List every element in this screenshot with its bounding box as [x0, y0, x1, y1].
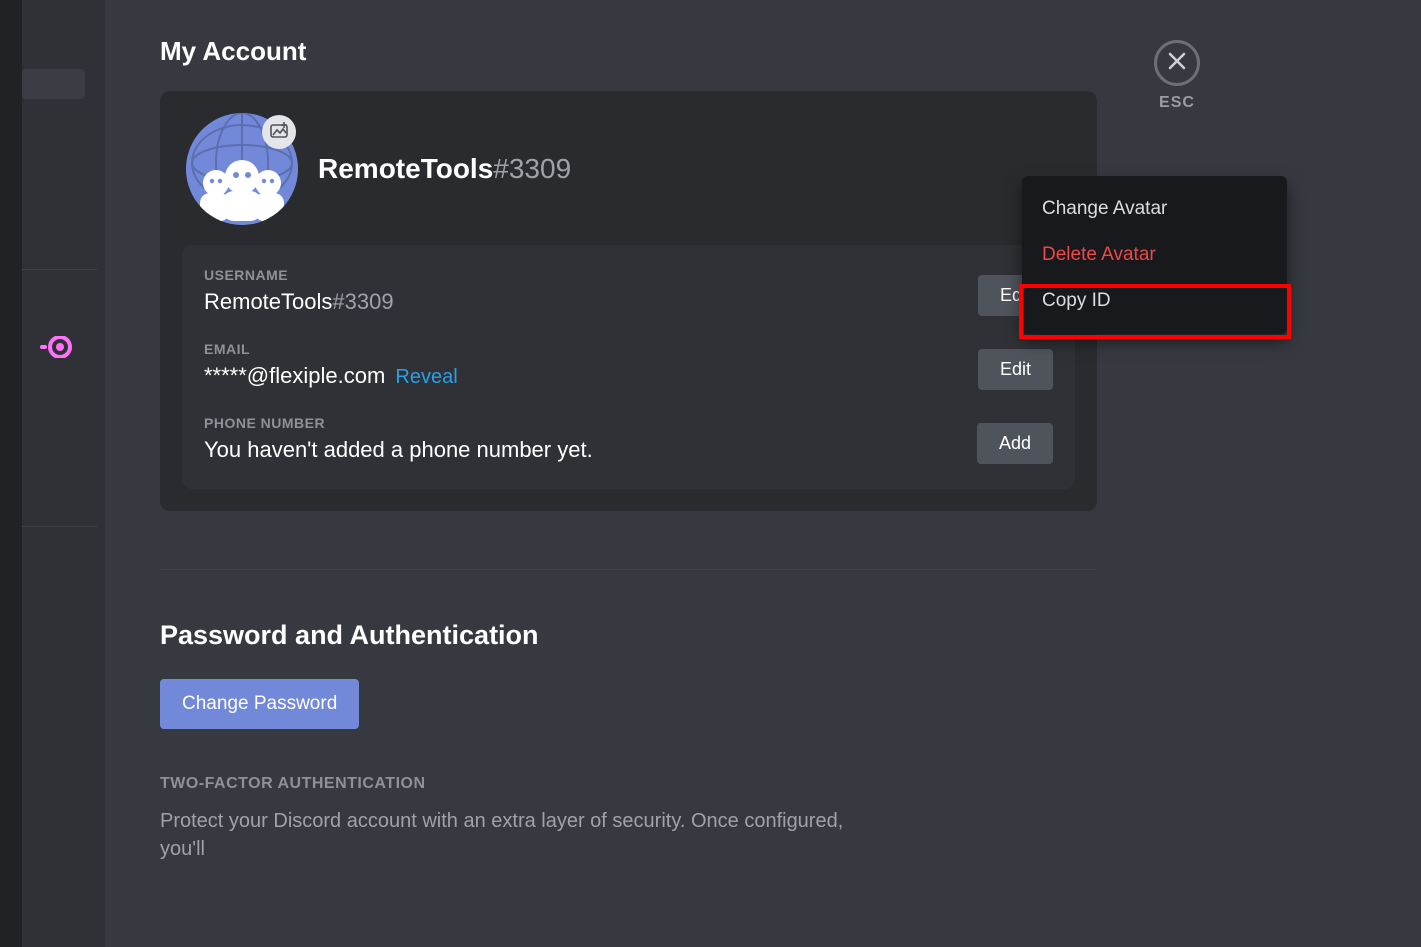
sidebar-separator — [22, 526, 97, 527]
phone-field: PHONE NUMBER You haven't added a phone n… — [204, 415, 1053, 463]
username-label: USERNAME — [204, 267, 1053, 283]
settings-main: My Account — [160, 36, 1097, 863]
auth-section-title: Password and Authentication — [160, 620, 1097, 651]
context-menu-delete-avatar[interactable]: Delete Avatar — [1022, 232, 1287, 278]
close-icon — [1167, 51, 1187, 76]
username-field: USERNAME RemoteTools#3309 Edit — [204, 267, 1053, 315]
avatar-wrap[interactable] — [186, 113, 298, 225]
sidebar-separator — [22, 269, 97, 270]
guild-rail-strip — [0, 0, 22, 947]
settings-sidebar — [0, 0, 105, 947]
profile-username-text: RemoteTools — [318, 153, 493, 184]
close-button[interactable] — [1154, 40, 1200, 86]
context-menu-copy-id[interactable]: Copy ID — [1022, 278, 1287, 324]
section-divider — [160, 569, 1097, 570]
email-value-text: *****@flexiple.com — [204, 363, 385, 388]
profile-discriminator-text: #3309 — [493, 153, 571, 184]
twofa-label: TWO-FACTOR AUTHENTICATION — [160, 775, 1097, 793]
profile-username: RemoteTools#3309 — [318, 153, 571, 185]
email-field: EMAIL *****@flexiple.com Reveal Edit — [204, 341, 1053, 389]
nitro-icon — [40, 336, 72, 363]
phone-label: PHONE NUMBER — [204, 415, 1053, 431]
username-value-discrim: #3309 — [332, 289, 393, 314]
email-label: EMAIL — [204, 341, 1053, 357]
username-value-text: RemoteTools — [204, 289, 332, 314]
change-password-button[interactable]: Change Password — [160, 679, 359, 729]
profile-header: RemoteTools#3309 — [182, 113, 1075, 225]
twofa-description: Protect your Discord account with an ext… — [160, 807, 860, 863]
add-phone-button[interactable]: Add — [977, 423, 1053, 464]
phone-value: You haven't added a phone number yet. — [204, 437, 1053, 463]
add-image-icon — [270, 121, 288, 144]
esc-label: ESC — [1154, 94, 1200, 112]
reveal-email-link[interactable]: Reveal — [395, 366, 457, 388]
avatar-context-menu: Change Avatar Delete Avatar Copy ID — [1022, 176, 1287, 334]
username-value: RemoteTools#3309 — [204, 289, 1053, 315]
edit-email-button[interactable]: Edit — [978, 349, 1053, 390]
page-title: My Account — [160, 36, 1097, 67]
account-fields: USERNAME RemoteTools#3309 Edit EMAIL ***… — [182, 245, 1075, 489]
sidebar-selected-item[interactable] — [22, 69, 85, 99]
account-card: RemoteTools#3309 USERNAME RemoteTools#33… — [160, 91, 1097, 511]
email-value: *****@flexiple.com Reveal — [204, 363, 1053, 389]
context-menu-change-avatar[interactable]: Change Avatar — [1022, 186, 1287, 232]
upload-avatar-badge[interactable] — [262, 115, 296, 149]
